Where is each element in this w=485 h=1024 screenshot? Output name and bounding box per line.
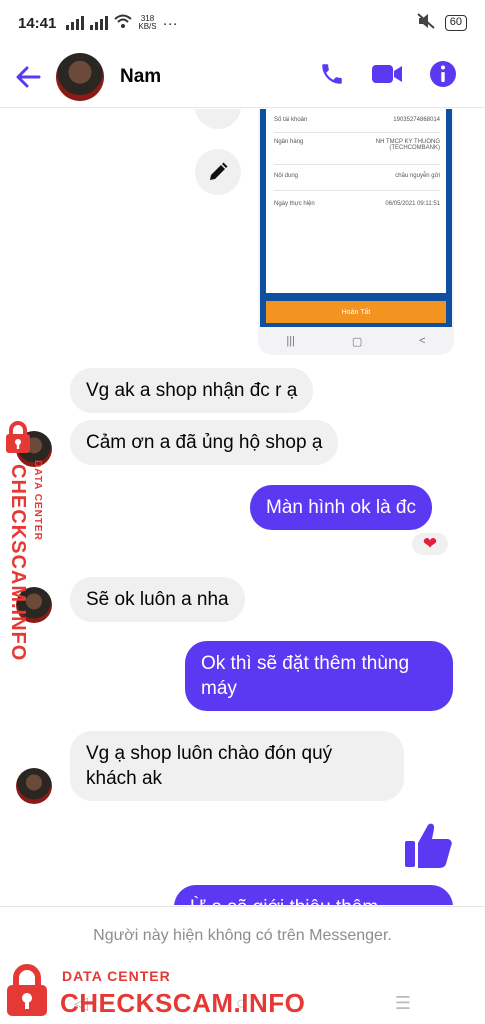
watermark-line1: DATA CENTER <box>32 460 43 541</box>
heart-icon: ❤ <box>422 534 438 553</box>
back-button[interactable] <box>0 66 56 88</box>
watermark-line1: DATA CENTER <box>62 968 171 984</box>
info-icon <box>430 61 456 87</box>
transfer-receipt: Số tài khoản 19035274868014 Ngân hàng NH T… <box>260 109 452 327</box>
message-bubble-outgoing[interactable]: Màn hình ok là đc <box>250 485 432 530</box>
status-bar: 14:41 318 KB/S ··· 60 <box>0 0 485 46</box>
network-speed: 318 KB/S <box>138 14 157 31</box>
receipt-row: Ngày thực hiện 06/05/2021 09:11:51 <box>274 201 440 207</box>
pencil-icon <box>210 162 228 180</box>
receipt-row: Ngân hàng NH TMCP KY THUONG (TECHCOMBANK) <box>274 139 440 165</box>
chat-header: Nam <box>0 46 485 108</box>
unavailable-notice: Người này hiện không có trên Messenger. <box>93 927 392 944</box>
message-bubble-outgoing[interactable]: Ok thì sẽ đặt thêm thùng máy <box>185 641 453 711</box>
edit-button[interactable] <box>195 149 241 195</box>
watermark-side: DATA CENTER CHECKSCAM.INFO <box>2 420 46 662</box>
message-bubble-incoming[interactable]: Sẽ ok luôn a nha <box>70 577 245 622</box>
message-bubble-incoming[interactable]: Vg ạ shop luôn chào đón quý khách ak <box>70 731 404 801</box>
message-bubble-incoming[interactable]: Cảm ơn a đã ủng hộ shop ạ <box>70 420 339 465</box>
receipt-row: Số tài khoản 19035274868014 <box>274 117 440 133</box>
sender-avatar <box>16 768 52 804</box>
lock-icon <box>6 421 30 453</box>
voice-call-button[interactable] <box>319 61 345 92</box>
nav-menu-icon[interactable]: ☰ <box>395 993 411 1014</box>
mute-icon <box>417 13 435 33</box>
arrow-left-icon <box>16 66 41 87</box>
lock-icon <box>7 964 47 1016</box>
contact-avatar[interactable] <box>56 52 104 101</box>
watermark-line2: CHECKSCAM.INFO <box>7 464 29 662</box>
phone-icon <box>322 64 342 84</box>
message-bubble-outgoing[interactable]: Ừ a sẽ giới thiệu thêm <box>174 885 453 905</box>
battery-indicator: 60 <box>444 15 467 31</box>
thumbs-up-icon[interactable] <box>402 819 454 876</box>
shared-image[interactable]: Số tài khoản 19035274868014 Ngân hàng NH T… <box>258 109 454 355</box>
video-camera-icon <box>372 65 402 83</box>
info-button[interactable] <box>429 60 457 93</box>
receipt-row: Nội dung châu nguyễn gửi <box>274 173 440 191</box>
forward-button[interactable] <box>195 109 241 129</box>
watermark-bottom: DATA CENTER CHECKSCAM.INFO <box>4 962 306 1022</box>
contact-name[interactable]: Nam <box>120 66 161 88</box>
message-bubble-incoming[interactable]: Vg ak a shop nhận đc r ạ <box>70 368 314 413</box>
video-call-button[interactable] <box>371 63 403 90</box>
signal-icon <box>66 16 85 30</box>
receipt-done-button: Hoàn Tất <box>266 301 446 323</box>
watermark-line2: CHECKSCAM.INFO <box>60 988 306 1018</box>
signal-icon <box>90 16 109 30</box>
wifi-icon <box>114 14 133 32</box>
message-list[interactable]: Số tài khoản 19035274868014 Ngân hàng NH T… <box>0 109 485 905</box>
more-icon: ··· <box>162 14 178 32</box>
receipt-nav: ||| ▢ < <box>286 335 426 348</box>
reaction-badge[interactable]: ❤ <box>410 531 450 557</box>
status-time: 14:41 <box>18 14 57 32</box>
